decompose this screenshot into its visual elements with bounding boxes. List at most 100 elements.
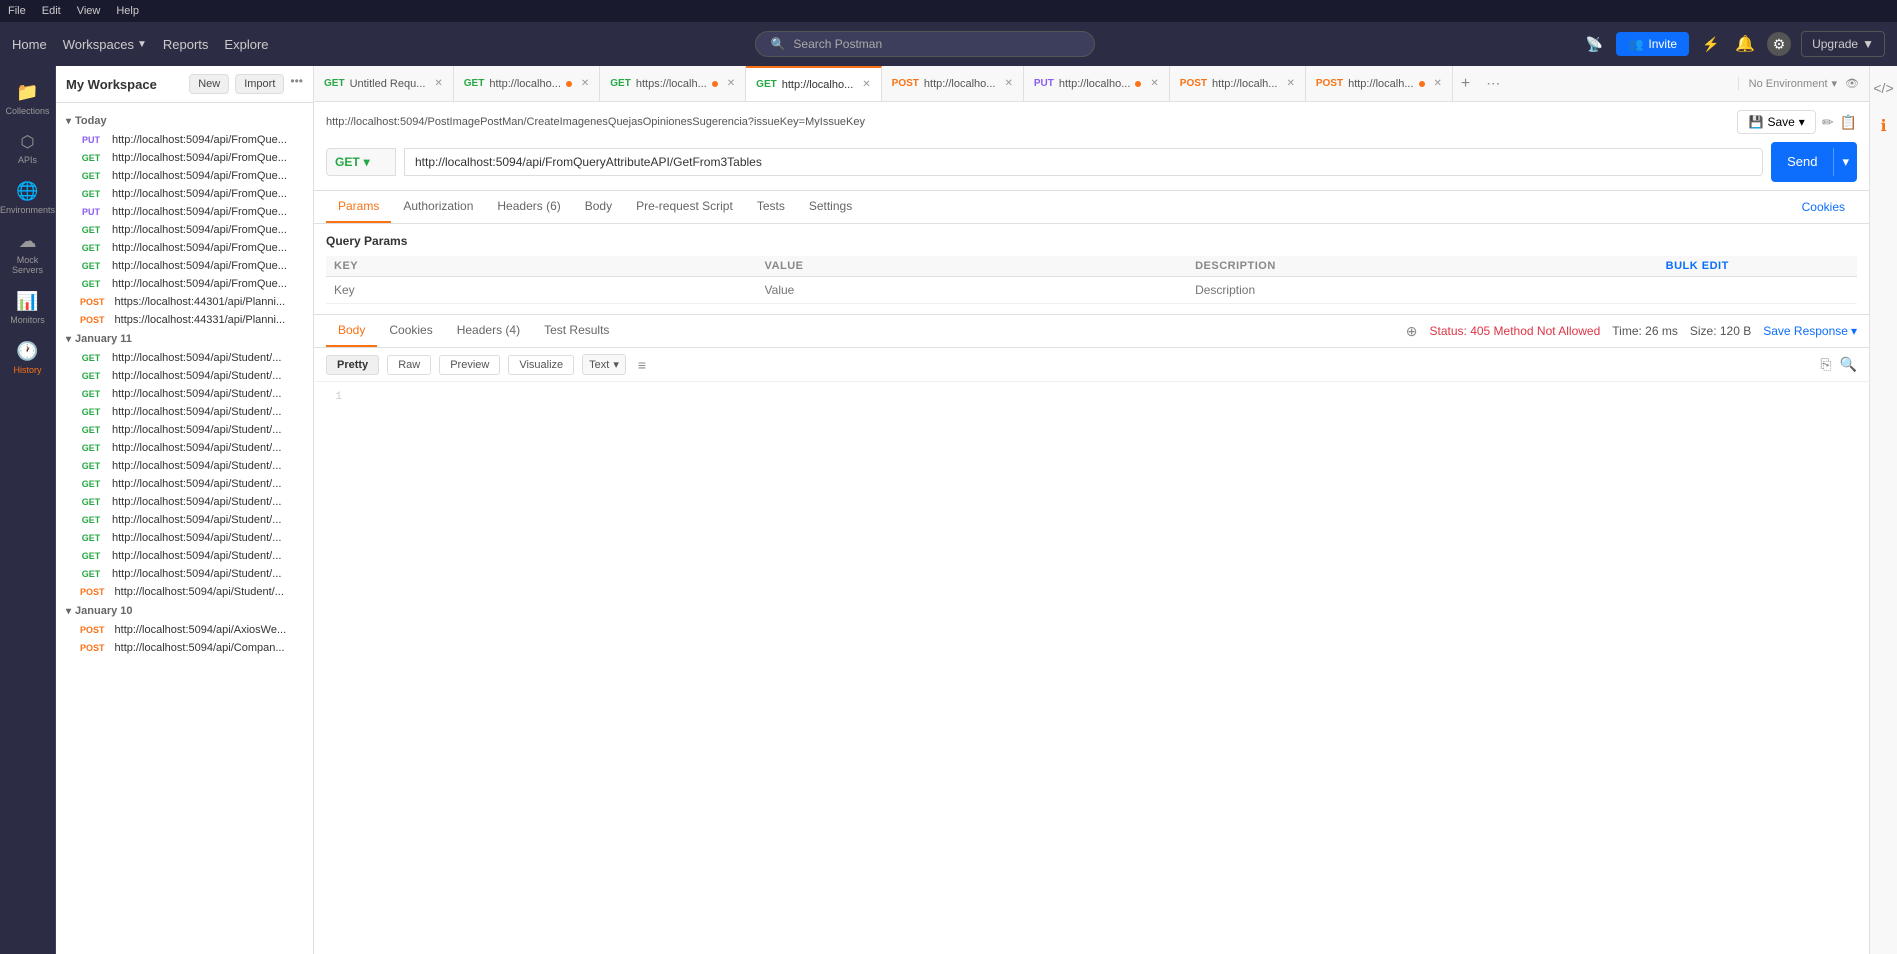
- save-response-button[interactable]: Save Response ▾: [1763, 324, 1857, 338]
- lightning-icon[interactable]: ⚡: [1699, 32, 1723, 56]
- tab-close-icon[interactable]: ✕: [1004, 78, 1012, 89]
- sidebar-tool-code[interactable]: </>: [1867, 74, 1897, 102]
- tab-prerequest[interactable]: Pre-request Script: [624, 191, 745, 223]
- text-format-selector[interactable]: Text ▾: [582, 354, 626, 375]
- edit-icon[interactable]: ✏: [1822, 114, 1834, 131]
- sidebar-item-mock-servers[interactable]: ☁ Mock Servers: [0, 223, 55, 283]
- list-item[interactable]: GET http://localhost:5094/api/Student/..…: [56, 457, 313, 475]
- list-item[interactable]: GET http://localhost:5094/api/Student/..…: [56, 385, 313, 403]
- tab-put-1[interactable]: PUT http://localho... ✕: [1024, 66, 1170, 102]
- list-item[interactable]: GET http://localhost:5094/api/Student/..…: [56, 421, 313, 439]
- save-button[interactable]: 💾 Save ▾: [1737, 110, 1815, 134]
- sidebar-tool-info[interactable]: ℹ: [1874, 110, 1892, 142]
- sidebar-item-apis[interactable]: ⬡ APIs: [0, 124, 55, 173]
- more-options-icon[interactable]: •••: [290, 74, 303, 94]
- nav-reports[interactable]: Reports: [163, 37, 209, 52]
- url-input[interactable]: [404, 148, 1763, 176]
- nav-explore[interactable]: Explore: [224, 37, 268, 52]
- value-input[interactable]: [765, 283, 1180, 297]
- tab-params[interactable]: Params: [326, 191, 391, 223]
- tab-localho-active[interactable]: GET http://localho... ✕: [746, 66, 882, 102]
- sidebar-item-history[interactable]: 🕐 History: [0, 333, 55, 383]
- list-item[interactable]: GET http://localhost:5094/api/FromQue...: [56, 149, 313, 167]
- list-item[interactable]: GET http://localhost:5094/api/FromQue...: [56, 257, 313, 275]
- resp-tab-testresults[interactable]: Test Results: [532, 315, 621, 347]
- tab-settings[interactable]: Settings: [797, 191, 864, 223]
- copy-icon[interactable]: ⎘: [1820, 356, 1831, 373]
- list-item[interactable]: GET http://localhost:5094/api/Student/..…: [56, 547, 313, 565]
- list-item[interactable]: PUT http://localhost:5094/api/FromQue...: [56, 131, 313, 149]
- list-item[interactable]: GET http://localhost:5094/api/FromQue...: [56, 167, 313, 185]
- upgrade-button[interactable]: Upgrade ▼: [1801, 31, 1885, 57]
- list-item[interactable]: PUT http://localhost:5094/api/FromQue...: [56, 203, 313, 221]
- menu-help[interactable]: Help: [116, 5, 139, 17]
- tab-close-icon[interactable]: ✕: [434, 78, 442, 89]
- tab-untitled[interactable]: GET Untitled Requ... ✕: [314, 66, 454, 102]
- tab-post-2[interactable]: POST http://localh... ✕: [1170, 66, 1306, 102]
- bulk-edit-header[interactable]: Bulk Edit: [1658, 256, 1857, 277]
- menu-file[interactable]: File: [8, 5, 26, 17]
- method-selector[interactable]: GET ▾: [326, 148, 396, 176]
- sidebar-item-monitors[interactable]: 📊 Monitors: [0, 283, 55, 333]
- raw-button[interactable]: Raw: [387, 355, 431, 375]
- menu-view[interactable]: View: [77, 5, 101, 17]
- cookies-link[interactable]: Cookies: [1790, 192, 1857, 222]
- tab-authorization[interactable]: Authorization: [391, 191, 485, 223]
- tab-close-icon[interactable]: ✕: [1286, 78, 1294, 89]
- send-button[interactable]: Send ▾: [1771, 142, 1857, 182]
- history-group-jan10[interactable]: ▾ January 10: [56, 601, 313, 621]
- tab-close-icon[interactable]: ✕: [1434, 78, 1442, 89]
- bell-icon[interactable]: 🔔: [1733, 32, 1757, 56]
- send-dropdown-icon[interactable]: ▾: [1833, 148, 1857, 176]
- invite-button[interactable]: 👥 Invite: [1616, 32, 1689, 56]
- tab-more-button[interactable]: ⋯: [1478, 75, 1508, 92]
- list-item[interactable]: POST http://localhost:5094/api/Compan...: [56, 639, 313, 657]
- menu-edit[interactable]: Edit: [42, 5, 61, 17]
- visualize-button[interactable]: Visualize: [508, 355, 574, 375]
- tab-post-3[interactable]: POST http://localh... ✕: [1306, 66, 1453, 102]
- list-item[interactable]: GET http://localhost:5094/api/Student/..…: [56, 493, 313, 511]
- satellite-icon[interactable]: 📡: [1582, 32, 1606, 56]
- list-item[interactable]: GET http://localhost:5094/api/Student/..…: [56, 475, 313, 493]
- list-item[interactable]: GET http://localhost:5094/api/FromQue...: [56, 275, 313, 293]
- new-button[interactable]: New: [189, 74, 229, 94]
- settings-icon[interactable]: ⚙: [1767, 32, 1791, 56]
- history-group-today[interactable]: ▾ Today: [56, 111, 313, 131]
- tab-headers[interactable]: Headers (6): [485, 191, 572, 223]
- environment-selector[interactable]: No Environment ▾ 👁: [1738, 77, 1869, 90]
- resp-tab-headers[interactable]: Headers (4): [445, 315, 532, 347]
- list-item[interactable]: GET http://localhost:5094/api/FromQue...: [56, 185, 313, 203]
- align-icon[interactable]: ≡: [638, 357, 646, 373]
- sidebar-item-environments[interactable]: 🌐 Environments: [0, 173, 55, 223]
- globe-icon[interactable]: ⊕: [1406, 323, 1418, 340]
- import-button[interactable]: Import: [235, 74, 284, 94]
- tab-add-button[interactable]: +: [1453, 75, 1478, 93]
- list-item[interactable]: POST https://localhost:44331/api/Planni.…: [56, 311, 313, 329]
- tab-tests[interactable]: Tests: [745, 191, 797, 223]
- tab-localho-1[interactable]: GET http://localho... ✕: [454, 66, 601, 102]
- list-item[interactable]: GET http://localhost:5094/api/Student/..…: [56, 349, 313, 367]
- list-item[interactable]: GET http://localhost:5094/api/FromQue...: [56, 239, 313, 257]
- resp-tab-body[interactable]: Body: [326, 315, 377, 347]
- nav-home[interactable]: Home: [12, 37, 47, 52]
- tab-close-icon[interactable]: ✕: [1150, 78, 1158, 89]
- tab-body[interactable]: Body: [573, 191, 624, 223]
- list-item[interactable]: GET http://localhost:5094/api/Student/..…: [56, 565, 313, 583]
- nav-workspaces[interactable]: Workspaces ▼: [63, 37, 147, 52]
- list-item[interactable]: GET http://localhost:5094/api/FromQue...: [56, 221, 313, 239]
- history-group-jan11[interactable]: ▾ January 11: [56, 329, 313, 349]
- list-item[interactable]: GET http://localhost:5094/api/Student/..…: [56, 529, 313, 547]
- tab-localhs-2[interactable]: GET https://localh... ✕: [600, 66, 746, 102]
- list-item[interactable]: POST https://localhost:44301/api/Planni.…: [56, 293, 313, 311]
- tab-close-icon[interactable]: ✕: [727, 78, 735, 89]
- sidebar-item-collections[interactable]: 📁 Collections: [0, 74, 55, 124]
- list-item[interactable]: POST http://localhost:5094/api/AxiosWe..…: [56, 621, 313, 639]
- list-item[interactable]: POST http://localhost:5094/api/Student/.…: [56, 583, 313, 601]
- tab-close-icon[interactable]: ✕: [581, 78, 589, 89]
- list-item[interactable]: GET http://localhost:5094/api/Student/..…: [56, 367, 313, 385]
- description-icon[interactable]: 📋: [1840, 114, 1857, 131]
- search-input[interactable]: 🔍 Search Postman: [755, 31, 1095, 57]
- description-input[interactable]: [1195, 283, 1610, 297]
- resp-tab-cookies[interactable]: Cookies: [377, 315, 444, 347]
- tab-close-icon[interactable]: ✕: [862, 79, 870, 90]
